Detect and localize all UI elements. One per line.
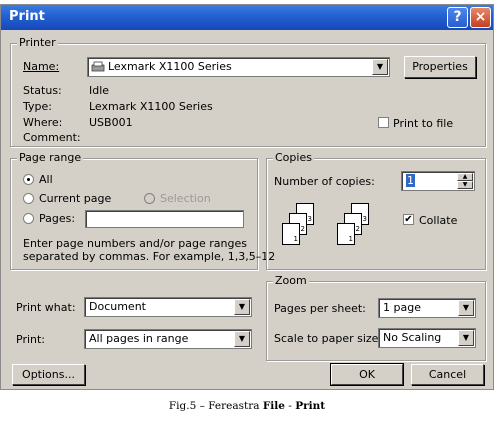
scale-to-paper-value: No Scaling [383,331,442,344]
spin-up-icon[interactable]: ▲ [457,173,473,181]
zoom-group: Zoom [266,274,486,361]
caption-dash: - [284,400,296,412]
type-value: Lexmark X1100 Series [89,100,213,113]
ok-button[interactable]: OK [330,363,404,386]
chevron-down-icon[interactable]: ▼ [458,300,474,316]
print-what-value: Document [89,300,146,313]
title-bar[interactable]: Print ? × [1,5,493,30]
pages-per-sheet-select[interactable]: 1 page ▼ [378,298,476,318]
current-page-radio[interactable] [23,193,34,204]
printer-name-select[interactable]: Lexmark X1100 Series ▼ [87,57,390,77]
page-number: 2 [300,225,305,233]
caption-print: Print [295,400,326,412]
pages-per-sheet-value: 1 page [383,301,421,314]
page-range-hint-line2: separated by commas. For example, 1,3,5–… [23,250,276,263]
caption-prefix: Fig.5 – Fereastra [168,400,263,412]
print-what-select[interactable]: Document ▼ [84,297,252,317]
selection-radio [144,193,155,204]
printer-icon [91,61,105,72]
print-to-file-checkbox[interactable] [378,117,389,128]
page-number: 1 [293,235,298,243]
page-range-group-label: Page range [17,151,84,164]
where-value: USB001 [89,116,133,129]
copies-group-label: Copies [273,151,314,164]
name-label: Name: [23,60,60,73]
spin-down-icon[interactable]: ▼ [457,181,473,189]
properties-button[interactable]: Properties [404,56,476,78]
collate-checkbox[interactable]: ✔ [403,214,414,225]
selection-label: Selection [160,192,211,205]
where-label: Where: [23,116,63,129]
copies-input-value: 1 [406,174,415,187]
chevron-down-icon[interactable]: ▼ [372,59,388,75]
comment-label: Comment: [23,131,81,144]
number-of-copies-label: Number of copies: [274,175,375,188]
chevron-down-icon[interactable]: ▼ [458,330,474,346]
page-number: 3 [307,215,312,223]
type-label: Type: [23,100,52,113]
scale-to-paper-select[interactable]: No Scaling ▼ [378,328,476,348]
page-number: 1 [348,235,353,243]
page-number: 2 [355,225,360,233]
pages-radio[interactable] [23,213,34,224]
print-value: All pages in range [89,332,189,345]
zoom-group-label: Zoom [273,274,309,287]
figure-caption: Fig.5 – Fereastra File - Print [0,400,494,412]
cancel-button[interactable]: Cancel [411,364,484,385]
scale-to-paper-label: Scale to paper size: [274,332,383,345]
all-label[interactable]: All [39,173,53,186]
caption-file: File [262,400,285,412]
status-label: Status: [23,84,62,97]
collate-label[interactable]: Collate [419,214,457,227]
print-select[interactable]: All pages in range ▼ [84,329,252,349]
printer-name-value: Lexmark X1100 Series [108,60,232,73]
all-radio[interactable] [23,174,34,185]
print-dialog: Print ? × Printer Name: Lexmark X1100 Se… [0,4,494,390]
window-title: Print [9,9,45,24]
print-label: Print: [16,333,46,346]
options-button[interactable]: Options... [12,364,85,385]
page-number: 3 [362,215,367,223]
pages-input[interactable] [85,210,244,228]
status-value: Idle [89,84,110,97]
print-to-file-label[interactable]: Print to file [393,117,453,130]
chevron-down-icon[interactable]: ▼ [234,299,250,315]
copies-spinner[interactable]: ▲ ▼ [457,173,473,189]
copies-input[interactable]: 1 ▲ ▼ [401,171,475,191]
print-what-label: Print what: [16,301,76,314]
help-button[interactable]: ? [447,7,468,28]
close-button[interactable]: × [470,7,491,28]
pages-per-sheet-label: Pages per sheet: [274,302,366,315]
chevron-down-icon[interactable]: ▼ [234,331,250,347]
page-range-hint-line1: Enter page numbers and/or page ranges [23,237,247,250]
current-page-label[interactable]: Current page [39,192,111,205]
printer-group-label: Printer [17,36,58,49]
pages-label[interactable]: Pages: [39,212,75,225]
